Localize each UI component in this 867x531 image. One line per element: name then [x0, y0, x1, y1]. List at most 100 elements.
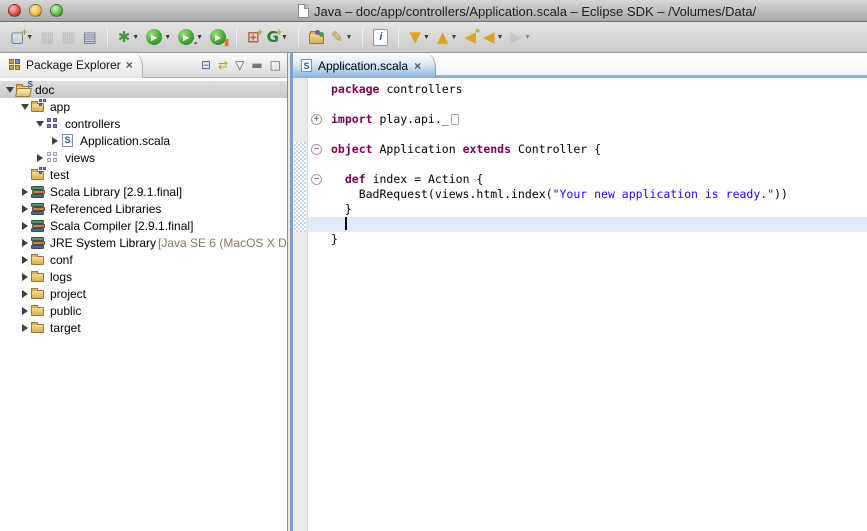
collapsed-code-icon[interactable]: [451, 114, 459, 125]
debug-button[interactable]: ✱▼: [116, 25, 142, 49]
disclosure-right-icon[interactable]: [49, 137, 60, 145]
new-java-project-button-icon: ⊞+: [247, 29, 260, 46]
view-menu-button[interactable]: ▽: [235, 59, 244, 71]
tree-item-views[interactable]: views: [0, 149, 287, 166]
disclosure-right-icon[interactable]: [19, 307, 30, 315]
tree-item-application-scala[interactable]: SApplication.scala: [0, 132, 287, 149]
run-history-button[interactable]: ▶▮: [208, 25, 228, 49]
badge-icon: ▪: [194, 38, 197, 48]
fold-plus-icon[interactable]: +: [311, 114, 322, 125]
collapse-all-button[interactable]: ⊟: [201, 59, 211, 71]
disclosure-right-icon[interactable]: [19, 205, 30, 213]
tree-item-label: Referenced Libraries: [50, 202, 161, 216]
last-edit-location-button[interactable]: ◀*: [462, 25, 478, 49]
tree-item-jre-system-library[interactable]: JRE System Library[Java SE 6 (MacOS X De…: [0, 234, 287, 251]
code-line[interactable]: [308, 97, 867, 112]
new-scala-wizard-button[interactable]: G+▼: [265, 25, 290, 49]
tree-item-target[interactable]: target: [0, 319, 287, 336]
disclosure-right-icon[interactable]: [19, 256, 30, 264]
tree-item-logs[interactable]: logs: [0, 268, 287, 285]
minimize-view-button[interactable]: ▬: [251, 59, 262, 71]
tree-item-scala-compiler[interactable]: Scala Compiler [2.9.1.final]: [0, 217, 287, 234]
package-icon: [45, 116, 62, 132]
new-wizard-button[interactable]: ▢+▼: [8, 25, 35, 49]
maximize-view-button[interactable]: □: [270, 59, 281, 71]
disclosure-right-icon[interactable]: [19, 222, 30, 230]
fold-minus-icon[interactable]: −: [311, 174, 322, 185]
search-button[interactable]: ✎▼: [329, 25, 355, 49]
tree-item-conf[interactable]: conf: [0, 251, 287, 268]
tree-item-scala-library[interactable]: Scala Library [2.9.1.final]: [0, 183, 287, 200]
run-button-icon: ▶: [146, 29, 162, 45]
disclosure-down-icon[interactable]: [34, 121, 45, 127]
folder-icon: [30, 320, 47, 336]
code-token: [331, 217, 345, 231]
disclosure-right-icon[interactable]: [19, 290, 30, 298]
project-tree[interactable]: SdocappcontrollersSApplication.scalaview…: [0, 78, 287, 531]
code-line[interactable]: −object Application extends Controller {: [308, 142, 867, 157]
package-folder-icon: [30, 167, 47, 183]
disclosure-right-icon[interactable]: [19, 239, 30, 247]
disclosure-right-icon[interactable]: [19, 188, 30, 196]
eclipse-window: Java – doc/app/controllers/Application.s…: [0, 0, 867, 531]
open-resource-button[interactable]: [307, 25, 326, 49]
disclosure-right-icon[interactable]: [19, 324, 30, 332]
code-line[interactable]: }: [308, 202, 867, 217]
code-line[interactable]: − def index = Action {: [308, 172, 867, 187]
back-button[interactable]: ◀▼: [481, 25, 505, 49]
disclosure-down-icon[interactable]: [19, 104, 30, 110]
code-token: import: [331, 112, 373, 126]
code-token: index = Action {: [366, 172, 484, 186]
editor-tab-label: Application.scala: [318, 59, 408, 73]
fold-minus-icon[interactable]: −: [311, 144, 322, 155]
code-line[interactable]: }: [308, 232, 867, 247]
disclosure-right-icon[interactable]: [19, 273, 30, 281]
tree-item-label: Scala Library [2.9.1.final]: [50, 185, 182, 199]
prev-annotation-button[interactable]: ▲▼: [435, 25, 459, 49]
code-token: )): [774, 187, 788, 201]
tree-item-test[interactable]: test: [0, 166, 287, 183]
tree-item-app[interactable]: app: [0, 98, 287, 115]
code-editor[interactable]: package controllers+import play.api._−ob…: [293, 78, 867, 531]
link-with-editor-button[interactable]: ⇄: [218, 59, 228, 71]
tree-item-public[interactable]: public: [0, 302, 287, 319]
code-line[interactable]: [308, 157, 867, 172]
run-as-button[interactable]: ▶▪▼: [176, 25, 205, 49]
print-button[interactable]: ▤: [81, 25, 99, 49]
annotation-ruler[interactable]: [293, 78, 308, 531]
run-button[interactable]: ▶▼: [144, 25, 173, 49]
close-view-icon[interactable]: ×: [126, 58, 133, 72]
code-token: }: [331, 202, 352, 216]
code-line[interactable]: package controllers: [308, 82, 867, 97]
minimize-button[interactable]: [29, 4, 42, 17]
new-java-project-button[interactable]: ⊞+: [245, 25, 262, 49]
debug-button-icon: ✱: [118, 29, 131, 46]
code-line[interactable]: [308, 127, 867, 142]
tree-item-referenced-libraries[interactable]: Referenced Libraries: [0, 200, 287, 217]
code-line[interactable]: +import play.api._: [308, 112, 867, 127]
code-line[interactable]: BadRequest(views.html.index("Your new ap…: [308, 187, 867, 202]
code-lines[interactable]: package controllers+import play.api._−ob…: [308, 82, 867, 247]
tree-item-doc[interactable]: Sdoc: [0, 81, 287, 98]
zoom-button[interactable]: [50, 4, 63, 17]
title-bar[interactable]: Java – doc/app/controllers/Application.s…: [0, 0, 867, 22]
code-token: }: [331, 232, 338, 246]
forward-button[interactable]: ▶▼: [508, 25, 532, 49]
save-button[interactable]: ▦: [38, 25, 56, 49]
tree-item-controllers[interactable]: controllers: [0, 115, 287, 132]
next-annotation-button[interactable]: ▼▼: [407, 25, 431, 49]
last-edit-location-button-icon: ◀*: [464, 29, 476, 46]
code-line[interactable]: [308, 217, 867, 232]
save-all-button[interactable]: ▦: [59, 25, 77, 49]
tab-package-explorer[interactable]: Package Explorer ×: [0, 53, 143, 78]
library-icon: [30, 201, 47, 217]
tab-application-scala[interactable]: S Application.scala ×: [293, 53, 436, 78]
tree-item-project[interactable]: project: [0, 285, 287, 302]
disclosure-down-icon[interactable]: [4, 87, 15, 93]
mark-occurrences-button[interactable]: i: [371, 25, 390, 49]
close-button[interactable]: [8, 4, 21, 17]
scala-project-icon: S: [15, 82, 32, 98]
editor-area: S Application.scala × package controller…: [290, 53, 867, 531]
close-tab-icon[interactable]: ×: [414, 59, 421, 73]
disclosure-right-icon[interactable]: [34, 154, 45, 162]
